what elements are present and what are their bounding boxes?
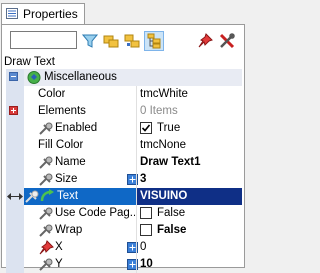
filter-icon — [82, 34, 98, 48]
pin-icon — [198, 33, 213, 48]
property-name: Name — [55, 156, 86, 168]
row-gutter — [6, 120, 24, 137]
folder-grid-icon — [103, 35, 119, 48]
pin-connector-icon — [39, 173, 53, 186]
enabled-checkbox[interactable] — [140, 122, 152, 134]
row-gutter — [6, 171, 24, 188]
tree-view-icon — [147, 33, 161, 49]
row-gutter — [6, 188, 24, 205]
tree-view-button[interactable] — [144, 31, 164, 51]
tab-properties[interactable]: Properties — [1, 3, 85, 24]
category-icon — [27, 71, 41, 84]
property-row-wrap[interactable]: Wrap False — [6, 222, 242, 239]
drag-arrows-icon — [7, 193, 23, 200]
property-value[interactable]: 0 — [140, 241, 146, 253]
use-code-page-checkbox[interactable] — [140, 207, 152, 219]
filter-button[interactable] — [80, 31, 100, 51]
property-value[interactable]: VISUINO — [140, 190, 187, 202]
property-row-y[interactable]: Y 10 — [6, 256, 242, 273]
pin-connector-icon — [39, 207, 53, 220]
property-name: Text — [57, 190, 79, 202]
search-input[interactable] — [10, 31, 77, 49]
breadcrumb: Draw Text — [4, 56, 55, 68]
property-row-color[interactable]: Color tmcWhite — [6, 86, 242, 103]
property-row-enabled[interactable]: Enabled True — [6, 120, 242, 137]
property-row-name[interactable]: Name Draw Text1 — [6, 154, 242, 171]
pin-button[interactable] — [195, 31, 215, 51]
property-name: Y — [55, 258, 63, 270]
property-value[interactable]: Draw Text1 — [140, 156, 201, 168]
properties-panel: Draw Text Miscellaneous Color tmcWhite E… — [1, 24, 245, 273]
alphabetical-button[interactable] — [122, 31, 142, 51]
check-icon — [141, 124, 151, 132]
binding-arrow-icon — [40, 189, 54, 202]
pin-connector-icon — [39, 224, 53, 237]
pin-connector-icon — [25, 190, 39, 203]
tab-label: Properties — [23, 7, 78, 21]
properties-icon — [6, 8, 18, 19]
row-gutter — [6, 103, 24, 120]
property-row-fill-color[interactable]: Fill Color tmcNone — [6, 137, 242, 154]
property-value[interactable]: 0 Items — [140, 105, 178, 117]
row-gutter — [6, 137, 24, 154]
property-value[interactable]: tmcWhite — [140, 88, 188, 100]
property-name: Fill Color — [38, 139, 84, 151]
category-label: Miscellaneous — [44, 71, 117, 83]
property-row-text[interactable]: Text VISUINO — [6, 188, 242, 205]
property-row-use-code-page[interactable]: Use Code Pag... False — [6, 205, 242, 222]
pin-connector-icon — [39, 156, 53, 169]
property-row-elements[interactable]: Elements 0 Items — [6, 103, 242, 120]
collapse-icon[interactable] — [9, 72, 18, 81]
tab-bar: Properties — [0, 0, 247, 24]
folder-list-icon — [124, 34, 140, 48]
property-grid: Miscellaneous Color tmcWhite Elements 0 … — [6, 69, 242, 273]
property-name: Use Code Pag... — [55, 207, 135, 219]
row-gutter — [6, 154, 24, 171]
property-name: Size — [55, 173, 78, 185]
property-value[interactable]: tmcNone — [140, 139, 186, 151]
property-row-size[interactable]: Size 3 — [6, 171, 242, 188]
tools-icon — [219, 33, 235, 49]
row-gutter — [6, 69, 24, 86]
property-name: Color — [38, 88, 66, 100]
tools-button[interactable] — [217, 31, 237, 51]
row-gutter — [6, 222, 24, 239]
property-value[interactable]: 10 — [140, 258, 153, 270]
row-gutter — [6, 239, 24, 256]
property-value[interactable]: 3 — [140, 173, 146, 185]
red-pin-icon — [39, 240, 54, 255]
wrap-checkbox[interactable] — [140, 224, 152, 236]
property-row-x[interactable]: X 0 — [6, 239, 242, 256]
property-name: Wrap — [55, 224, 83, 236]
property-name: X — [55, 241, 63, 253]
categorized-button[interactable] — [101, 31, 121, 51]
expand-icon[interactable] — [9, 106, 18, 115]
row-gutter — [6, 86, 24, 103]
category-miscellaneous[interactable]: Miscellaneous — [6, 69, 242, 86]
property-value: False — [157, 224, 187, 236]
row-gutter — [6, 256, 24, 273]
property-name: Elements — [38, 105, 86, 117]
row-gutter — [6, 205, 24, 222]
pin-connector-icon — [39, 258, 53, 271]
property-name: Enabled — [55, 122, 98, 134]
property-value: True — [157, 122, 181, 134]
pin-connector-icon — [39, 122, 53, 135]
property-value: False — [157, 207, 186, 219]
